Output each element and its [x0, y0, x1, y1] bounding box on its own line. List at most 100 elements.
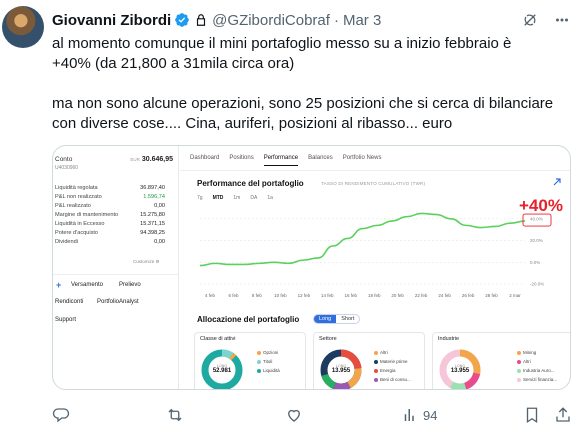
legend-item: Altri	[517, 357, 557, 366]
lock-icon	[194, 13, 208, 27]
donut-center: LONG 13.955	[319, 364, 363, 374]
portfolio-analyst-button[interactable]: PortfolioAnalyst	[97, 299, 139, 305]
views-icon	[404, 409, 414, 421]
y-tick-label: 20.0%	[530, 238, 543, 243]
y-tick-label: -20.0%	[530, 282, 544, 287]
grok-icon[interactable]	[521, 11, 539, 29]
legend: Altri Materie prime Energia Beni di cons…	[374, 348, 411, 384]
allocation-title: Allocazione del portafoglio	[197, 315, 300, 324]
account-row: Margine di mantenimento 15.275,80	[55, 211, 165, 220]
legend-item: Energia	[374, 366, 411, 375]
tweet-text: al momento comunque il mini portafoglio …	[52, 34, 572, 134]
more-icon[interactable]	[553, 11, 571, 29]
account-row-label: Dividendi	[55, 239, 79, 245]
avatar[interactable]	[2, 6, 44, 48]
short-toggle[interactable]: Short	[336, 315, 359, 323]
views-count: 94	[423, 407, 438, 423]
balance-value: 30.646,95	[141, 156, 173, 163]
legend-item: Industria Auro...	[517, 366, 557, 375]
legend-item: Altri	[374, 348, 411, 357]
allocation-card-industries: Industrie LONG 13.955 Mining Altri Indust…	[432, 332, 570, 389]
x-tick-label: 2 mar	[509, 293, 521, 298]
legend-item: Servizi finanzia...	[517, 375, 557, 384]
series-line	[199, 212, 526, 267]
x-tick-label: 4 feb	[205, 293, 216, 298]
withdraw-button[interactable]: Prelievo	[119, 282, 141, 288]
legend-item: Liquidità	[257, 366, 280, 375]
tab-balances[interactable]: Balances	[308, 155, 333, 166]
x-tick-label: 26 feb	[462, 293, 475, 298]
currency-label: EUR	[130, 157, 140, 162]
verified-badge-icon	[174, 12, 190, 28]
account-row-label: P&L non realizzato	[55, 194, 102, 200]
tab-dashboard[interactable]: Dashboard	[190, 155, 219, 166]
account-row-value: 36.897,40	[140, 185, 165, 191]
tweet-date[interactable]: Mar 3	[343, 12, 381, 29]
x-tick-label: 20 feb	[391, 293, 404, 298]
account-summary: Liquidità regolata 36.897,40 P&L non reali…	[55, 184, 165, 247]
tab-positions[interactable]: Positions	[229, 155, 253, 166]
x-tick-label: 14 feb	[321, 293, 334, 298]
bookmark-icon[interactable]	[523, 405, 541, 425]
account-row-label: Liquidità regolata	[55, 185, 98, 191]
x-tick-label: 18 feb	[368, 293, 381, 298]
account-row-value: 15.275,80	[140, 212, 165, 218]
allocation-card-asset-class: Classe di attivi LONG 52.981 Opzioni Tito…	[194, 332, 306, 389]
donut-center: LONG 52.981	[200, 364, 244, 374]
tweet-text-line: al momento comunque il mini portafoglio …	[52, 35, 512, 52]
portfolio-main: Dashboard Positions Performance Balances Por…	[180, 146, 570, 389]
reply-icon[interactable]	[52, 405, 70, 425]
x-tick-label: 22 feb	[415, 293, 428, 298]
allocation-card-sector: Settore LONG 13.955 Altri Materie prime E…	[313, 332, 425, 389]
annotation-label: +40%	[519, 196, 563, 215]
tab-performance[interactable]: Performance	[263, 155, 299, 166]
legend: Mining Altri Industria Auro... Servizi f…	[517, 348, 557, 384]
legend-item: Mining	[517, 348, 557, 357]
support-button[interactable]: Support	[55, 317, 76, 323]
action-bar: 94	[52, 405, 572, 425]
customize-link[interactable]: Customize ⚙	[133, 259, 160, 265]
long-short-toggle: Long Short	[313, 314, 361, 324]
x-tick-label: 16 feb	[345, 293, 358, 298]
author-name[interactable]: Giovanni Zibordi	[52, 12, 171, 29]
card-header: Settore	[319, 336, 337, 342]
legend-item: Opzioni	[257, 348, 280, 357]
card-header: Classe di attivi	[200, 336, 236, 342]
x-tick-label: 24 feb	[438, 293, 451, 298]
legend-item: Titoli	[257, 357, 280, 366]
tweet-text-line: ma non sono alcune operazioni, sono 25 p…	[52, 95, 554, 112]
attached-image[interactable]: Conto U4030960 EUR 30.646,95 Liquidità re…	[52, 145, 571, 390]
performance-chart: 40.0% 20.0% 0.0% -20.0% 4 feb 6 feb 8 feb 10 fe…	[199, 196, 563, 298]
account-balance: EUR 30.646,95	[130, 156, 173, 163]
account-row-value: 1.596,74	[143, 194, 165, 200]
card-header: Industrie	[438, 336, 460, 342]
account-row-label: Liquidità in Eccesso	[55, 221, 105, 227]
deposit-button[interactable]: Versamento	[71, 282, 103, 288]
legend-item: Beni di consu...	[374, 375, 411, 384]
retweet-icon[interactable]	[166, 405, 184, 425]
account-row-label: Potere d'acquisto	[55, 230, 99, 236]
plus-icon[interactable]: +	[56, 280, 61, 290]
tweet-header: Giovanni Zibordi @GZibordiCobraf · Mar 3	[52, 10, 571, 30]
account-row: Potere d'acquisto 94.398,25	[55, 229, 165, 238]
legend: Opzioni Titoli Liquidità	[257, 348, 280, 375]
donut-center-value: 13.955	[331, 368, 351, 374]
reports-button[interactable]: Rendiconti	[55, 299, 83, 305]
y-tick-label: 0.0%	[530, 260, 540, 265]
account-row: Liquidità regolata 36.897,40	[55, 184, 165, 193]
account-id: U4030960	[55, 165, 79, 171]
account-row: Dividendi 0,00	[55, 238, 165, 247]
x-tick-label: 12 feb	[298, 293, 311, 298]
views-button[interactable]: 94	[401, 405, 437, 425]
tab-portfolio-news[interactable]: Portfolio News	[343, 155, 382, 166]
account-row: Liquidità in Eccesso 15.371,15	[55, 220, 165, 229]
like-icon[interactable]	[285, 405, 303, 425]
legend-item: Materie prime	[374, 357, 411, 366]
long-toggle[interactable]: Long	[314, 315, 337, 323]
author-handle[interactable]: @GZibordiCobraf	[212, 12, 330, 29]
account-row-value: 0,00	[154, 239, 165, 245]
share-icon[interactable]	[554, 405, 572, 425]
donut-center-value: 13.955	[450, 368, 470, 374]
account-row-value: 94.398,25	[140, 230, 165, 236]
x-tick-label: 6 feb	[228, 293, 239, 298]
